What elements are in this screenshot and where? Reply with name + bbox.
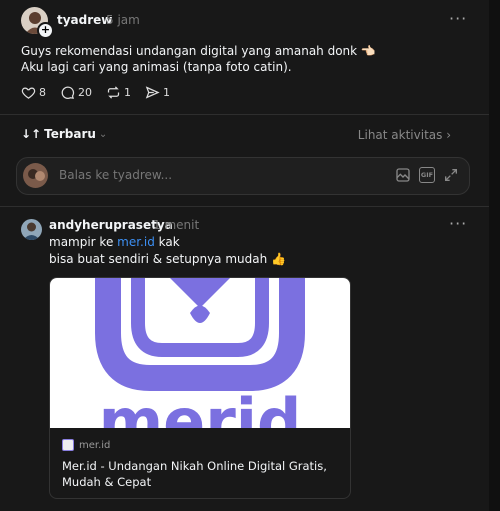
comment-text-line-1: mampir ke mer.id kak bbox=[49, 234, 180, 251]
card-domain: mer.id bbox=[62, 439, 110, 451]
repost-count: 1 bbox=[124, 86, 131, 99]
comment-icon bbox=[61, 86, 75, 99]
reply-input[interactable]: Balas ke tyadrew... bbox=[59, 168, 172, 182]
follow-plus-icon[interactable]: + bbox=[37, 22, 54, 39]
share-button[interactable]: 1 bbox=[145, 85, 170, 100]
like-count: 8 bbox=[39, 86, 46, 99]
repost-icon bbox=[107, 86, 120, 99]
comment-time: 1 menit bbox=[153, 218, 200, 232]
gif-icon[interactable]: GIF bbox=[419, 167, 435, 183]
comment-text: mampir ke bbox=[49, 235, 118, 249]
more-icon[interactable]: ··· bbox=[449, 214, 467, 233]
avatar-photo bbox=[21, 219, 42, 240]
repost-button[interactable]: 1 bbox=[106, 85, 131, 100]
sort-icon: ↓↑ bbox=[21, 127, 42, 141]
divider bbox=[0, 114, 489, 115]
logo-text: merid bbox=[99, 385, 302, 428]
comment-link[interactable]: mer.id bbox=[117, 235, 155, 249]
reply-box[interactable]: Balas ke tyadrew... GIF bbox=[16, 157, 470, 195]
sort-label: Terbaru bbox=[44, 127, 96, 141]
comment-text-line-2: bisa buat sendiri & setupnya mudah 👍 bbox=[49, 252, 286, 266]
more-icon[interactable]: ··· bbox=[449, 9, 467, 28]
heart-icon bbox=[21, 87, 36, 99]
image-icon[interactable] bbox=[395, 167, 411, 183]
comment-avatar[interactable] bbox=[21, 219, 42, 240]
share-count: 1 bbox=[163, 86, 170, 99]
post-text-line-2: Aku lagi cari yang animasi (tanpa foto c… bbox=[21, 60, 292, 74]
link-preview-card[interactable]: merid mer.id Mer.id - Undangan Nikah Onl… bbox=[49, 277, 351, 499]
comment-count: 20 bbox=[78, 86, 92, 99]
post-time: 5 jam bbox=[106, 13, 140, 27]
chevron-down-icon: ⌄ bbox=[98, 128, 108, 140]
post-text-line-1: Guys rekomendasi undangan digital yang a… bbox=[21, 44, 376, 58]
expand-icon[interactable] bbox=[443, 167, 459, 183]
card-title[interactable]: Mer.id - Undangan Nikah Online Digital G… bbox=[62, 458, 342, 490]
card-domain-label: mer.id bbox=[79, 439, 111, 451]
avatar-photo bbox=[23, 163, 48, 188]
comment-button[interactable]: 20 bbox=[60, 85, 92, 100]
merid-logo: merid bbox=[95, 278, 305, 428]
post-username[interactable]: tyadrew bbox=[57, 13, 112, 27]
sort-dropdown[interactable]: ↓↑ Terbaru ⌄ bbox=[21, 127, 107, 141]
link-preview-image: merid bbox=[50, 278, 350, 428]
thread-panel: + tyadrew 5 jam ··· Guys rekomendasi und… bbox=[0, 0, 490, 511]
view-activity-link[interactable]: Lihat aktivitas › bbox=[358, 128, 451, 142]
own-avatar bbox=[23, 163, 48, 188]
comment-text: kak bbox=[154, 235, 180, 249]
scrollbar-track[interactable] bbox=[489, 0, 500, 511]
share-icon bbox=[145, 86, 160, 99]
divider bbox=[0, 206, 489, 207]
favicon-icon bbox=[62, 439, 74, 451]
post-actions: 8 20 1 1 bbox=[21, 85, 170, 100]
like-button[interactable]: 8 bbox=[21, 85, 46, 100]
